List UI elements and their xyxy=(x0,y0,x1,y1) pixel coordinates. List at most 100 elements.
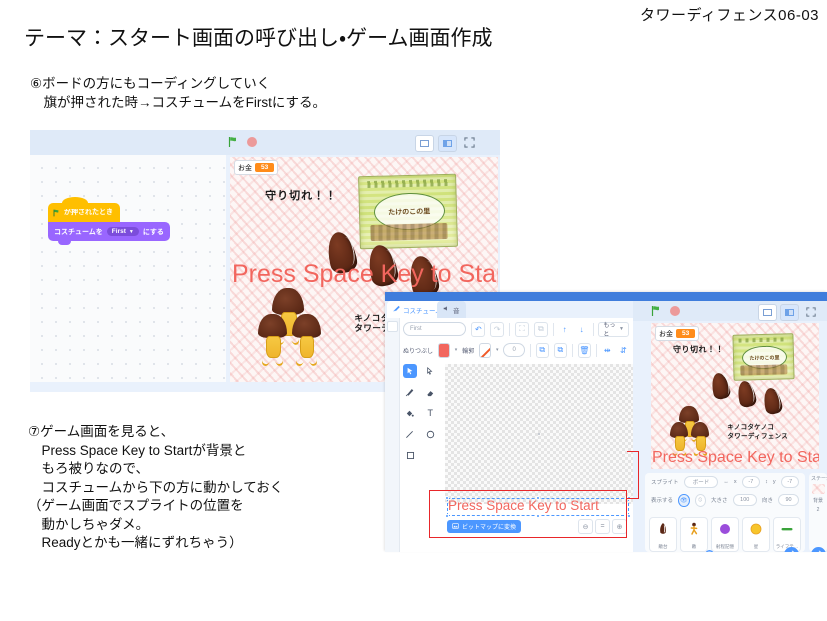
size-input[interactable]: 100 xyxy=(732,494,757,506)
large-stage-button[interactable] xyxy=(438,135,457,152)
fullscreen-icon[interactable] xyxy=(802,304,819,319)
paint-tools[interactable]: T xyxy=(403,364,437,469)
code-workspace[interactable]: が押されたとき コスチュームを First ▼ にする xyxy=(30,155,226,388)
money-monitor-value: 53 xyxy=(255,163,275,172)
redo-icon[interactable]: ↷ xyxy=(490,321,505,337)
switch-costume-block[interactable]: コスチュームを First ▼ にする xyxy=(48,222,170,245)
sprite-card[interactable]: 敵台 xyxy=(649,517,677,552)
ungroup-icon[interactable]: ⧉ xyxy=(533,321,548,337)
press-space-sprite[interactable]: Press Space Key to Start xyxy=(652,449,819,467)
note-step-6: ⑥ボードの方にもコーディングしていく 旗が押された時→コスチュームをFirstに… xyxy=(30,76,326,110)
group-icon[interactable]: ⛶ xyxy=(515,321,529,337)
rectangle-icon[interactable] xyxy=(403,448,417,462)
x-input[interactable]: -7 xyxy=(741,476,761,488)
paint-toolbar-row-1: First ↶ ↷ ⛶ ⧉ ↑ ↓ もっと ▼ xyxy=(399,318,633,340)
flip-vertical-icon[interactable]: ⇵ xyxy=(618,344,629,357)
line-icon[interactable] xyxy=(403,427,417,441)
orange-dot-icon xyxy=(749,522,763,536)
circle-icon[interactable] xyxy=(424,427,438,441)
annotation-rectangle-edge xyxy=(627,451,639,499)
enemy-takenoko xyxy=(709,371,732,401)
sprite-card[interactable]: 敵 xyxy=(680,517,708,552)
stroke-width-input[interactable]: 0 xyxy=(503,343,525,357)
fill-color-swatch[interactable] xyxy=(438,342,450,358)
sprite-card-name: 敵台 xyxy=(658,544,668,549)
snack-box-drawing: たけのこの里 xyxy=(732,333,796,381)
fullscreen-icon[interactable] xyxy=(461,135,478,150)
delete-icon[interactable]: 🗑 xyxy=(577,342,591,358)
sprite-card-name: 射程記憶 xyxy=(716,544,734,549)
sprite-info-row-2: 表示する 👁 ⦸ 大きさ 100 向き 90 xyxy=(645,491,805,509)
stage-size-controls[interactable] xyxy=(758,304,819,321)
sprite-card[interactable]: 星 xyxy=(742,517,770,552)
brush-icon[interactable] xyxy=(403,385,417,399)
costume-list[interactable] xyxy=(385,318,400,552)
chevron-down-icon[interactable]: ▾ xyxy=(496,347,499,353)
direction-input[interactable]: 90 xyxy=(778,494,799,506)
takenoko-icon xyxy=(656,522,670,536)
when-flag-clicked-block[interactable]: が押されたとき xyxy=(48,197,120,222)
stop-button-icon[interactable] xyxy=(247,137,257,147)
add-backdrop-button[interactable] xyxy=(811,547,826,552)
reshape-icon[interactable] xyxy=(424,364,438,378)
annotation-rectangle xyxy=(429,490,627,538)
text-icon[interactable]: T xyxy=(424,406,438,420)
y-icon: ↕ xyxy=(765,479,768,485)
green-flag-icon[interactable] xyxy=(228,136,240,148)
send-backward-icon[interactable]: ↓ xyxy=(576,323,588,336)
more-menu-button[interactable]: もっと ▼ xyxy=(598,321,629,338)
sprite-name-input[interactable]: ボード xyxy=(683,476,719,488)
money-monitor-label: お金 xyxy=(659,330,673,338)
money-monitor-label: お金 xyxy=(238,164,252,172)
copy-icon[interactable]: ⧉ xyxy=(535,342,549,358)
large-stage-button[interactable] xyxy=(780,304,799,321)
paste-icon[interactable]: ⧉ xyxy=(553,342,567,358)
delete-sprite-icon[interactable]: 🗑 xyxy=(705,550,714,552)
hide-sprite-button[interactable]: ⦸ xyxy=(694,493,707,507)
sprite-card-name: 星 xyxy=(753,544,759,549)
eraser-icon[interactable] xyxy=(424,385,438,399)
scratch-paint-editor-screenshot: コスチューム 音 First ↶ ↷ ⛶ ⧉ ↑ ↓ もっと ▼ ぬりつぶし ▾… xyxy=(385,292,827,552)
sprite-card[interactable]: ライフテ… xyxy=(773,517,801,552)
y-input[interactable]: -7 xyxy=(780,476,799,488)
snack-box-label: たけのこの里 xyxy=(749,354,781,362)
stage-controls-bar xyxy=(633,301,827,321)
paint-canvas[interactable] xyxy=(445,364,633,504)
green-flag-icon[interactable] xyxy=(651,305,663,317)
sprite-card[interactable]: 射程記憶 xyxy=(711,517,739,552)
press-space-sprite[interactable]: Press Space Key to Start xyxy=(232,260,498,289)
canvas-center-marker xyxy=(538,433,540,435)
stage-canvas[interactable]: お金 53 守り切れ！！ たけのこの里 キノコタケノコ タワーディフェンス Pr… xyxy=(651,323,819,469)
flip-horizontal-icon[interactable]: ⇹ xyxy=(602,344,613,357)
sprite-list[interactable]: 敵台 敵 射程記憶 星 ライフテ… xyxy=(649,517,801,552)
small-stage-button[interactable] xyxy=(758,304,777,321)
slide-code: タワーディフェンス06-03 xyxy=(639,7,819,24)
show-sprite-button[interactable]: 👁 xyxy=(678,493,690,507)
switch-costume-prefix: コスチュームを xyxy=(54,228,103,236)
costume-thumbnail[interactable] xyxy=(387,321,398,332)
tab-sounds[interactable]: 音 xyxy=(437,301,466,318)
small-stage-button[interactable] xyxy=(415,135,434,152)
sprite-card-name: 敵 xyxy=(691,544,697,549)
select-icon[interactable] xyxy=(403,364,417,378)
stage-size-controls[interactable] xyxy=(415,135,478,152)
game-title-text: キノコタケノコ タワーディフェンス xyxy=(727,423,789,440)
chevron-down-icon[interactable]: ▾ xyxy=(455,347,458,353)
bring-forward-icon[interactable]: ↑ xyxy=(559,323,571,336)
backdrop-thumbnail[interactable] xyxy=(811,484,825,494)
more-menu-label: もっと xyxy=(603,323,616,338)
scratch-menubar xyxy=(385,292,827,301)
stage-selector-pane: ステージ 背景 2 xyxy=(809,473,827,552)
switch-costume-suffix: にする xyxy=(142,228,164,236)
undo-icon[interactable]: ↶ xyxy=(471,321,486,337)
brush-icon xyxy=(393,305,400,314)
stroke-color-swatch[interactable] xyxy=(479,342,491,358)
speaker-icon xyxy=(443,305,450,314)
costume-name-input[interactable]: First xyxy=(403,322,467,336)
resize-handle[interactable] xyxy=(627,514,631,518)
runner-icon xyxy=(687,522,701,536)
stop-button-icon[interactable] xyxy=(670,306,680,316)
costume-dropdown[interactable]: First ▼ xyxy=(106,227,139,236)
fill-icon[interactable] xyxy=(403,406,417,420)
editor-tabs[interactable]: コスチューム 音 xyxy=(385,301,633,318)
